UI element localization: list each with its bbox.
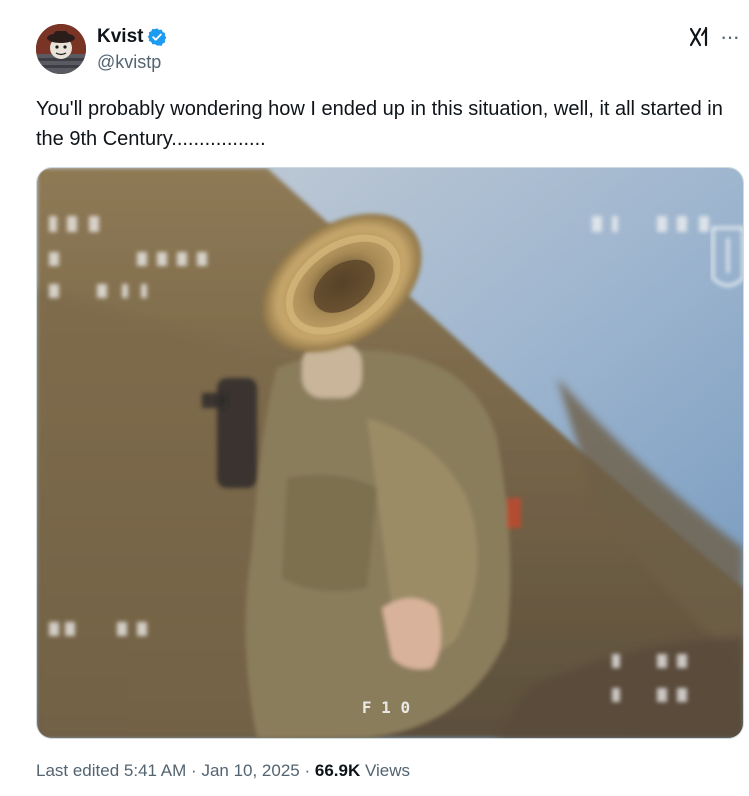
- author-handle[interactable]: @kvistp: [97, 52, 161, 73]
- tweet-card: Kvist @kvistp ··· You'll probably wonder…: [0, 0, 749, 796]
- views-label: Views: [365, 761, 411, 780]
- grok-icon[interactable]: [688, 26, 710, 48]
- tweet-media-image[interactable]: F 1 0: [36, 167, 744, 739]
- tweet-text: You'll probably wondering how I ended up…: [36, 98, 723, 150]
- edited-label[interactable]: Last edited: [36, 761, 119, 780]
- verified-badge-icon[interactable]: [147, 27, 167, 47]
- tweet-time[interactable]: 5:41 AM: [124, 761, 186, 780]
- media-overlay-text: F 1 0: [362, 698, 410, 717]
- more-icon[interactable]: ···: [720, 24, 740, 50]
- meta-separator: ·: [191, 761, 197, 780]
- views-count: 66.9K: [314, 761, 361, 780]
- meta-separator-2: ·: [304, 761, 311, 780]
- tweet-date[interactable]: Jan 10, 2025: [201, 761, 299, 780]
- author-name-row: Kvist: [97, 26, 167, 48]
- author-display-name[interactable]: Kvist: [97, 26, 143, 48]
- tweet-meta: Last edited 5:41 AM · Jan 10, 2025 · 66.…: [36, 761, 410, 781]
- avatar[interactable]: [36, 24, 86, 74]
